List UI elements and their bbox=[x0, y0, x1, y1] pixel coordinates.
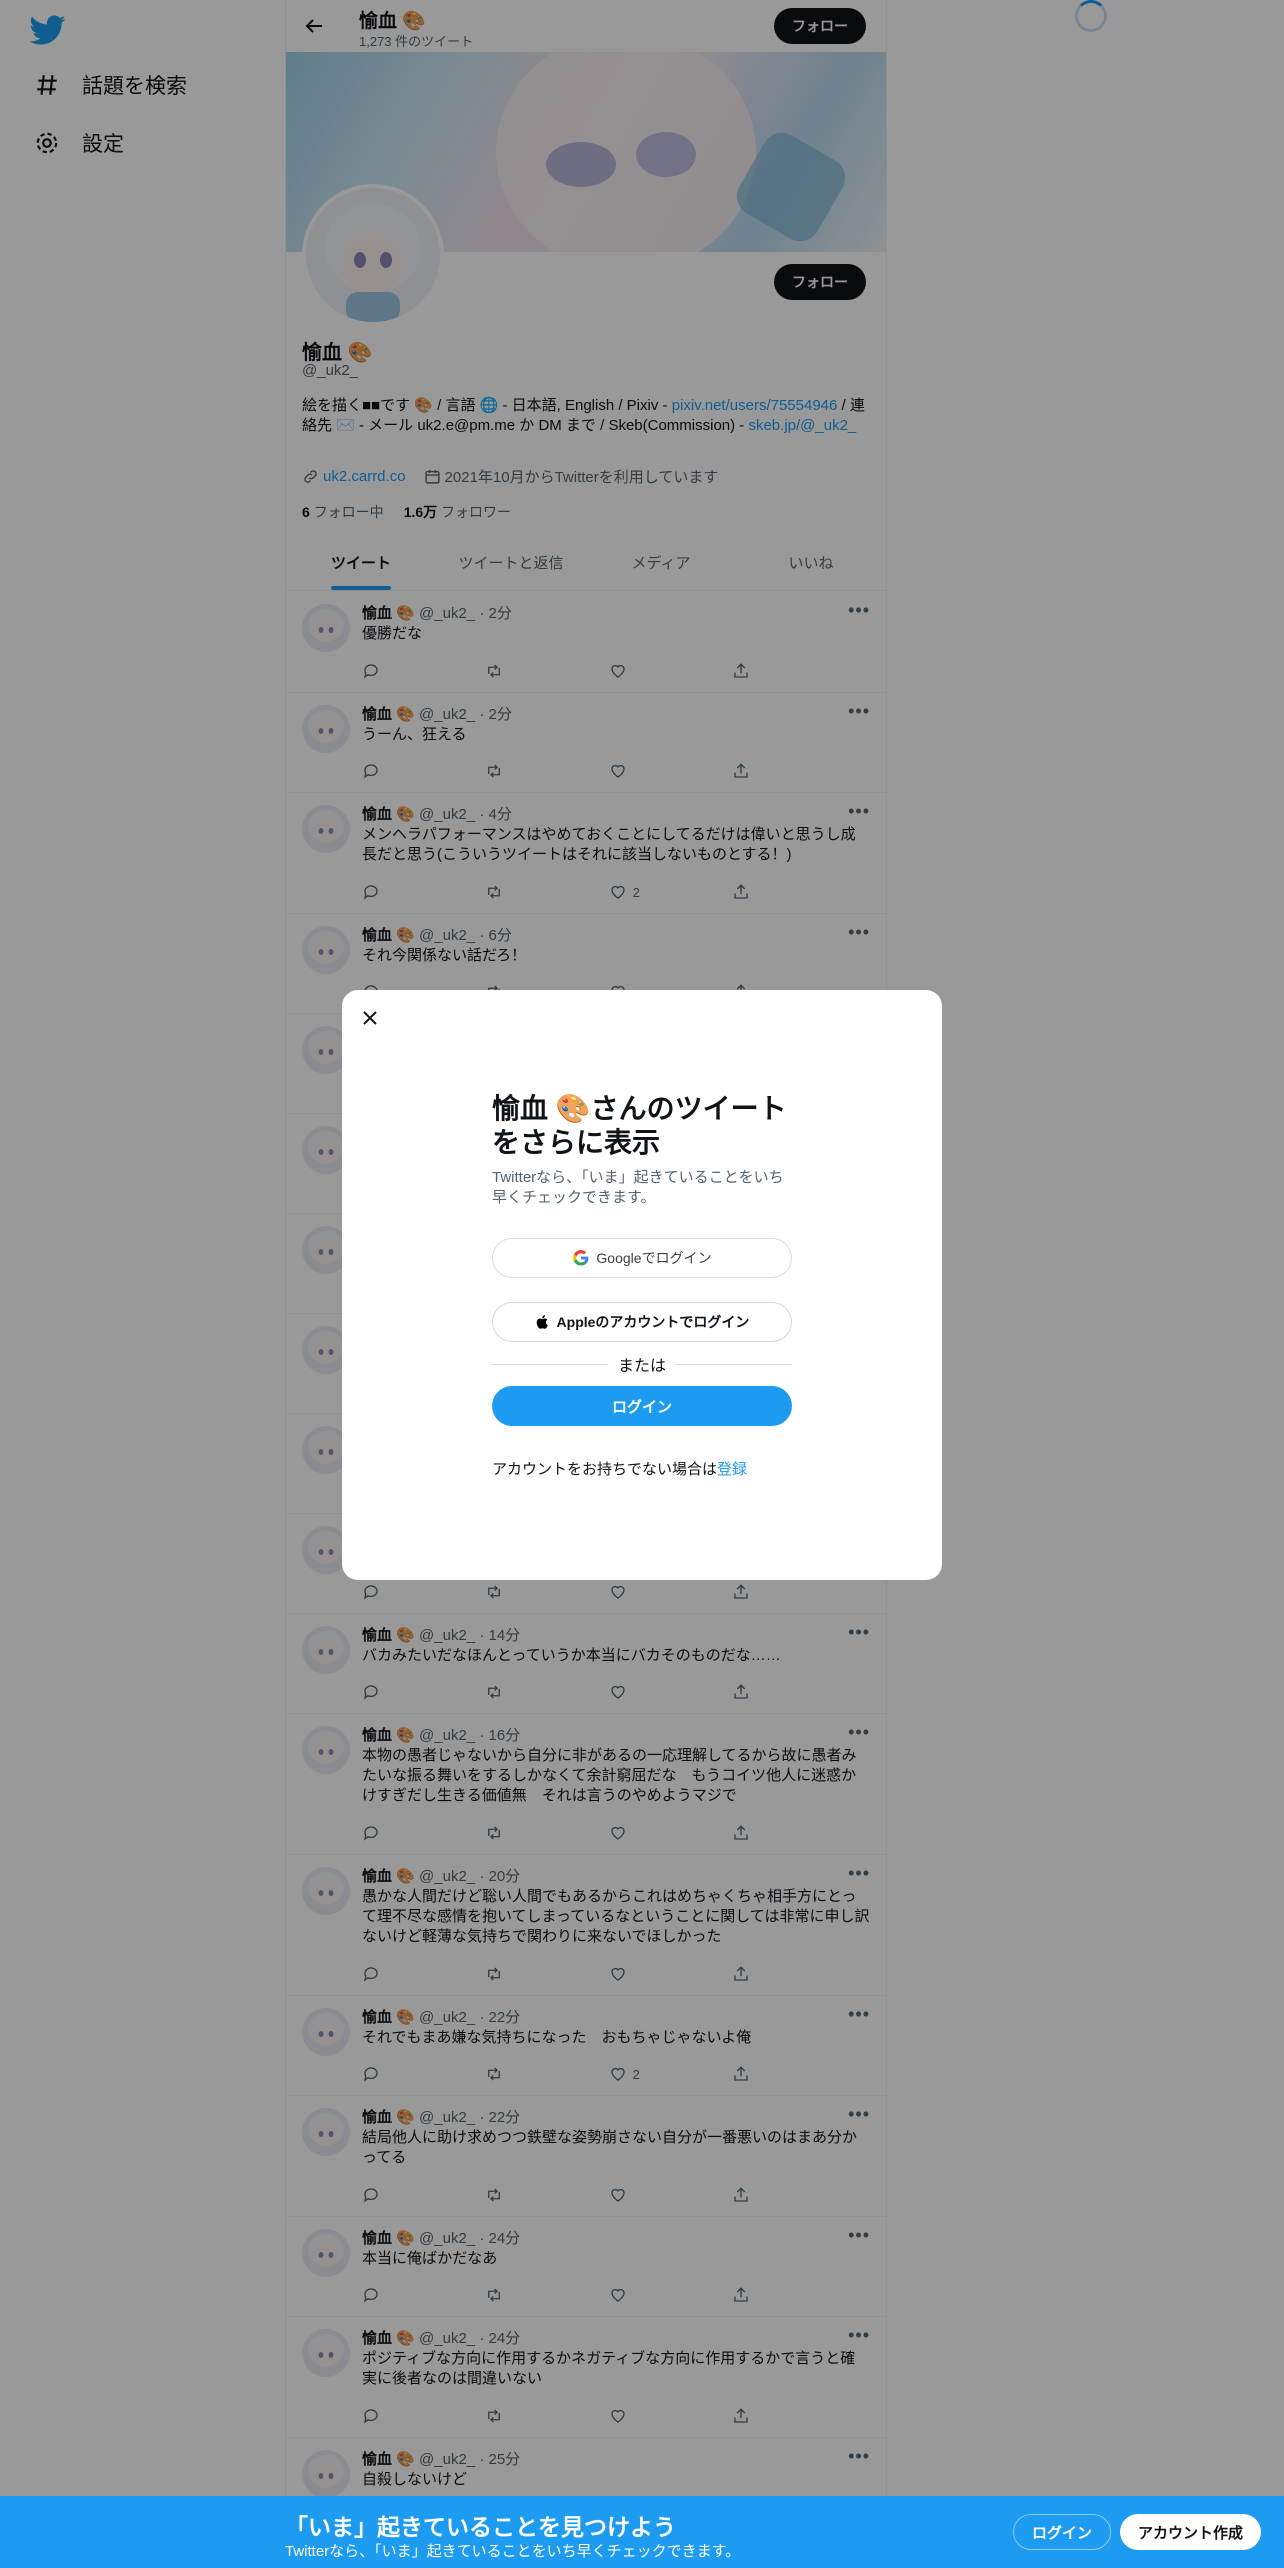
close-icon[interactable] bbox=[358, 1006, 382, 1030]
apple-login-label: Appleのアカウントでログイン bbox=[556, 1314, 750, 1330]
apple-icon bbox=[536, 1315, 548, 1329]
signup-prompt: アカウントをお持ちでない場合は登録 bbox=[492, 1458, 747, 1479]
bottom-login-button[interactable]: ログイン bbox=[1013, 2514, 1112, 2550]
modal-title: 愉血 🎨さんのツイートをさらに表示 bbox=[492, 1093, 787, 1158]
login-prompt-modal: 愉血 🎨さんのツイートをさらに表示 Twitterなら、「いま」起きていることを… bbox=[342, 990, 942, 1580]
google-g-icon bbox=[573, 1249, 589, 1266]
signup-prompt-text: アカウントをお持ちでない場合は bbox=[492, 1461, 718, 1478]
or-divider: または bbox=[492, 1352, 792, 1376]
bottom-bar-title: 「いま」起きていることを見つけよう bbox=[285, 2514, 676, 2540]
modal-login-button[interactable]: ログイン bbox=[492, 1386, 792, 1426]
modal-subtitle: Twitterなら、「いま」起きていることをいち早くチェックできます。 bbox=[492, 1169, 784, 1206]
signup-link[interactable]: 登録 bbox=[717, 1461, 747, 1478]
apple-login-button[interactable]: Appleのアカウントでログイン bbox=[492, 1302, 792, 1342]
bottom-bar-subtitle: Twitterなら、「いま」起きていることをいち早くチェックできます。 bbox=[285, 2543, 741, 2560]
bottom-signup-button[interactable]: アカウント作成 bbox=[1120, 2514, 1262, 2550]
google-login-label: Googleでログイン bbox=[596, 1250, 712, 1266]
google-login-button[interactable]: Googleでログイン bbox=[492, 1238, 792, 1278]
signup-bottom-bar: 「いま」起きていることを見つけよう Twitterなら、「いま」起きていることを… bbox=[0, 2496, 1284, 2568]
